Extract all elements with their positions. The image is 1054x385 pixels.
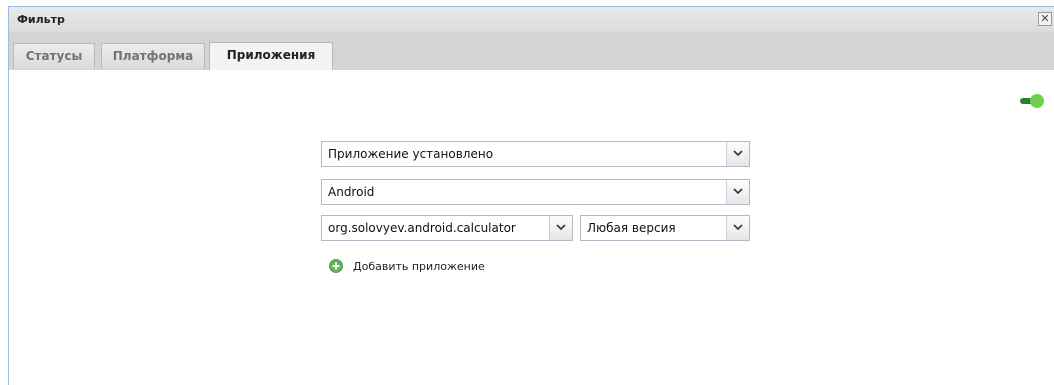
enable-toggle[interactable] xyxy=(1020,94,1044,108)
tab-label: Платформа xyxy=(112,49,194,63)
tab-applications[interactable]: Приложения xyxy=(209,42,333,70)
platform-select[interactable]: Android xyxy=(321,179,750,205)
version-select[interactable]: Любая версия xyxy=(580,215,750,241)
add-application-label: Добавить приложение xyxy=(353,260,485,273)
plus-circle-icon xyxy=(329,259,343,273)
platform-select-value: Android xyxy=(328,185,375,199)
tab-content-applications: Приложение установлено Android org.solov… xyxy=(9,70,1054,385)
condition-select-value: Приложение установлено xyxy=(328,147,494,161)
toggle-knob xyxy=(1030,94,1044,108)
tab-label: Статусы xyxy=(25,49,83,63)
tab-platform[interactable]: Платформа xyxy=(101,43,205,69)
window-titlebar: Фильтр ✕ xyxy=(9,7,1054,33)
window-title: Фильтр xyxy=(17,13,65,26)
tab-strip: Статусы Платформа Приложения xyxy=(9,32,1054,71)
chevron-down-icon xyxy=(549,216,572,240)
close-icon: ✕ xyxy=(1040,12,1050,25)
close-button[interactable]: ✕ xyxy=(1038,12,1052,26)
filter-window: Фильтр ✕ Статусы Платформа Приложения Пр… xyxy=(8,6,1054,385)
chevron-down-icon xyxy=(726,142,749,166)
tab-label: Приложения xyxy=(226,48,316,62)
application-select[interactable]: org.solovyev.android.calculator xyxy=(321,215,573,241)
application-select-value: org.solovyev.android.calculator xyxy=(328,221,516,235)
version-select-value: Любая версия xyxy=(587,221,676,235)
chevron-down-icon xyxy=(726,216,749,240)
tab-statuses[interactable]: Статусы xyxy=(13,43,95,69)
chevron-down-icon xyxy=(726,180,749,204)
condition-select[interactable]: Приложение установлено xyxy=(321,141,750,167)
